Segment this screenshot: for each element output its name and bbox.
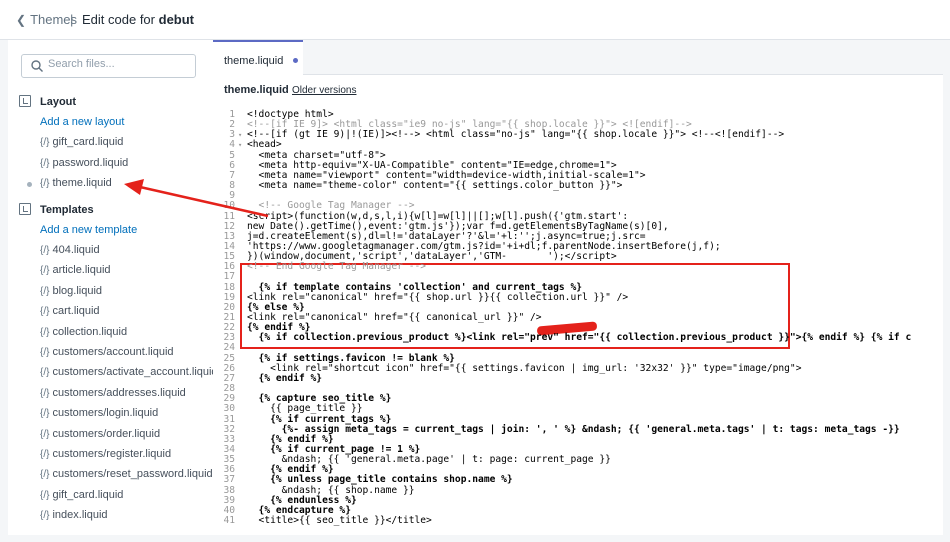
annotation-arrow-icon xyxy=(124,179,269,218)
